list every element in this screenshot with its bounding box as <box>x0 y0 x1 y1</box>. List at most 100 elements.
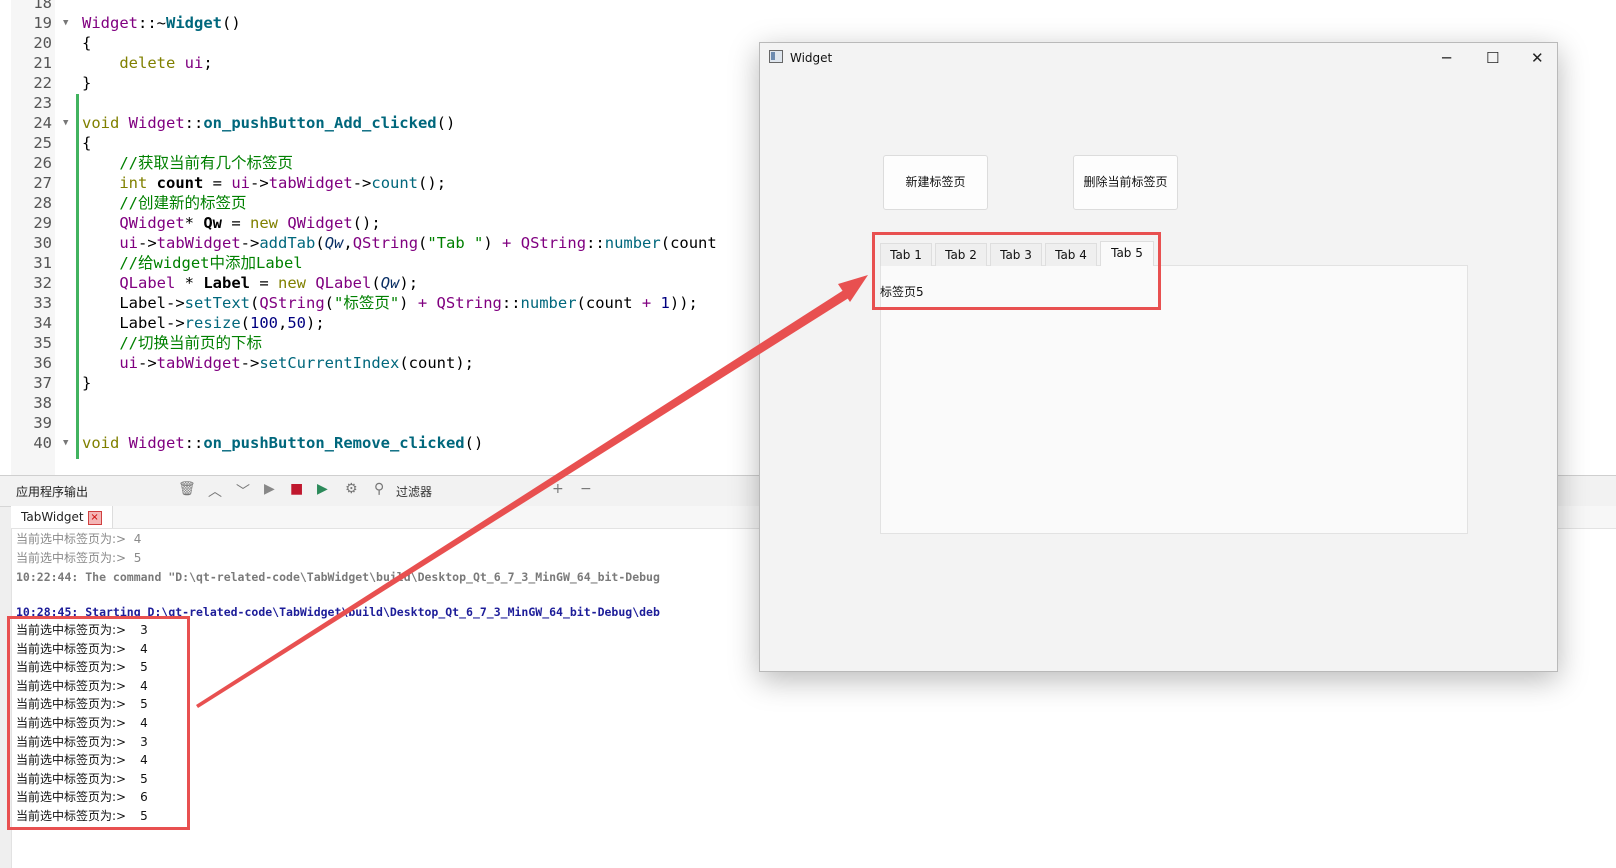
minimize-button[interactable]: ─ <box>1442 49 1451 67</box>
output-tab-tabwidget[interactable]: TabWidget × <box>11 506 113 528</box>
plus-icon[interactable]: + <box>552 481 564 497</box>
code-text: //获取当前有几个标签页 <box>82 153 293 173</box>
code-token: count <box>156 174 204 192</box>
close-icon[interactable]: × <box>87 510 102 525</box>
code-token: QWidget <box>119 214 185 232</box>
code-text: QWidget* Qw = new QWidget(); <box>82 213 380 233</box>
code-token: ui <box>231 174 251 192</box>
code-line: 40 ▼ void Widget::on_pushButton_Remove_cli… <box>0 433 760 453</box>
code-token: //切换当前页的下标 <box>119 334 262 352</box>
code-text: void Widget::on_pushButton_Add_clicked() <box>82 113 455 133</box>
code-line: 23 <box>0 93 760 113</box>
line-number: 25 <box>33 134 52 152</box>
code-token: 1 <box>660 294 670 312</box>
code-token: ( <box>249 294 260 312</box>
code-line: 25 { <box>0 133 760 153</box>
output-tab-label: TabWidget <box>21 510 84 524</box>
code-token: :: <box>184 114 204 132</box>
code-token: number <box>604 234 661 252</box>
code-token: on_pushButton_Remove_clicked <box>203 434 465 452</box>
code-token: )); <box>669 294 698 312</box>
code-line: 37} <box>0 373 760 393</box>
remove-tab-button[interactable]: 删除当前标签页 <box>1073 155 1178 210</box>
line-number: 31 <box>33 254 52 272</box>
close-button[interactable]: ✕ <box>1531 49 1544 67</box>
code-line: 32 QLabel * Label = new QLabel(Qw); <box>0 273 760 293</box>
window-title-bar[interactable]: Widget ─ ☐ ✕ <box>760 43 1557 73</box>
code-token: { <box>82 134 92 152</box>
code-text: { <box>82 33 91 53</box>
line-number: 24 <box>33 114 52 132</box>
code-token: } <box>82 74 92 92</box>
line-number: 38 <box>33 394 52 412</box>
down-arrow-icon[interactable]: ﹀ <box>236 481 250 501</box>
add-tab-button[interactable]: 新建标签页 <box>883 155 988 210</box>
code-token: () <box>436 114 456 132</box>
code-token: "Tab " <box>427 234 484 252</box>
code-line: 34 Label->resize(100,50); <box>0 313 760 333</box>
line-number: 29 <box>33 214 52 232</box>
code-token: -> <box>240 354 260 372</box>
line-number: 36 <box>33 354 52 372</box>
code-token: Label-> <box>119 314 185 332</box>
fold-arrow-icon[interactable]: ▼ <box>63 13 68 33</box>
code-token: //创建新的标签页 <box>119 194 247 212</box>
code-token: QLabel <box>315 274 372 292</box>
code-token: int <box>119 174 148 192</box>
code-token: Widget <box>82 14 138 32</box>
code-token: { <box>82 34 92 52</box>
code-token: resize <box>184 314 241 332</box>
code-token: -> <box>138 354 157 372</box>
code-line: 36 ui->tabWidget->setCurrentIndex(count)… <box>0 353 760 373</box>
run-icon[interactable]: ▶ <box>264 481 275 497</box>
code-token: addTab <box>259 234 316 252</box>
code-line: 39 <box>0 413 760 433</box>
highlight-box-output <box>7 616 190 830</box>
filter-input[interactable]: 过滤器 <box>396 483 432 500</box>
up-arrow-icon[interactable]: ︿ <box>208 481 222 501</box>
code-token: ; <box>203 54 213 72</box>
code-text: //切换当前页的下标 <box>82 333 262 353</box>
code-token: ) <box>399 294 418 312</box>
code-token: //获取当前有几个标签页 <box>119 154 293 172</box>
code-line: 21 delete ui; <box>0 53 760 73</box>
code-token: Qw <box>203 214 222 232</box>
code-text: delete ui; <box>82 53 213 73</box>
line-number: 23 <box>33 94 52 112</box>
stop-icon[interactable]: ■ <box>290 481 303 497</box>
maximize-button[interactable]: ☐ <box>1486 49 1499 67</box>
code-token: QString <box>352 234 419 252</box>
code-token: (count); <box>399 354 474 372</box>
code-token: void <box>82 114 120 132</box>
fold-arrow-icon[interactable]: ▼ <box>63 113 68 133</box>
line-number: 19 <box>33 14 52 32</box>
line-number: 20 <box>33 34 52 52</box>
code-token: () <box>222 14 241 32</box>
code-token: setText <box>184 294 250 312</box>
code-token: ); <box>306 314 325 332</box>
search-icon[interactable]: ⚲ <box>374 481 384 497</box>
code-token: ( <box>418 234 428 252</box>
code-token: ( <box>324 294 334 312</box>
code-token: new <box>278 274 306 292</box>
gear-icon[interactable]: ⚙ <box>345 481 358 497</box>
code-line: 26 //获取当前有几个标签页 <box>0 153 760 173</box>
debug-run-icon[interactable]: ▶ <box>317 481 328 497</box>
minus-icon[interactable]: − <box>580 481 592 497</box>
trash-icon[interactable]: 🗑 <box>178 481 196 497</box>
code-token: ( <box>371 274 381 292</box>
code-token: tabWidget <box>156 234 241 252</box>
code-token: tabWidget <box>268 174 353 192</box>
line-number: 35 <box>33 334 52 352</box>
code-line: 35 //切换当前页的下标 <box>0 333 760 353</box>
fold-arrow-icon[interactable]: ▼ <box>63 433 68 453</box>
code-token: on_pushButton_Add_clicked <box>203 114 437 132</box>
